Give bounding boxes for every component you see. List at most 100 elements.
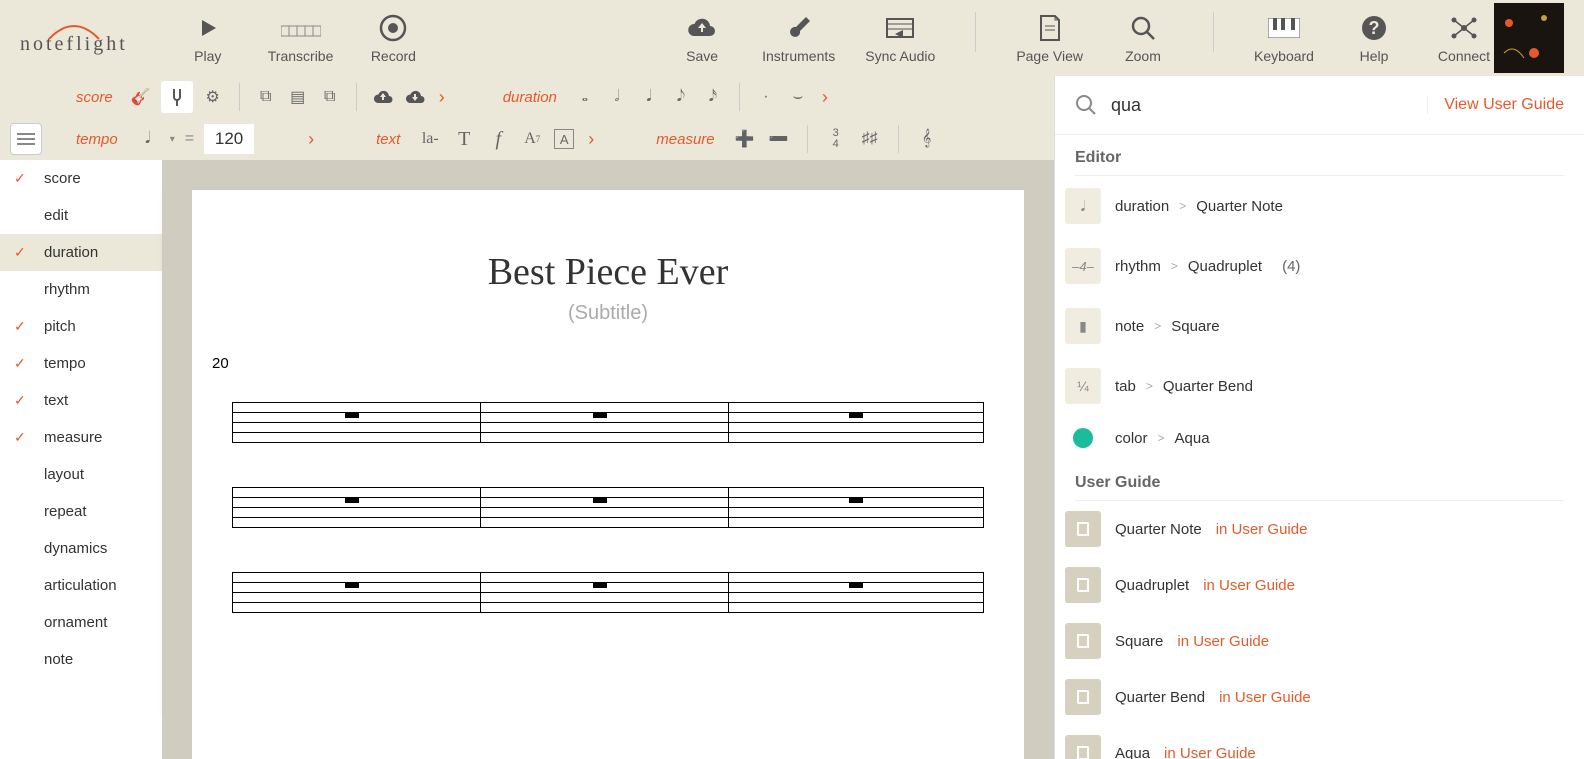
dynamic-f-icon[interactable]: f <box>486 127 510 151</box>
sidebar-item-articulation[interactable]: articulation <box>0 567 162 604</box>
section-editor-title: Editor <box>1055 135 1584 175</box>
guide-result-suffix: in User Guide <box>1164 745 1256 759</box>
record-button[interactable]: Record <box>363 12 423 64</box>
sidebar-item-score[interactable]: ✓score <box>0 160 162 197</box>
result-category: tab <box>1115 378 1136 395</box>
sidebar-item-measure[interactable]: ✓measure <box>0 419 162 456</box>
save-button[interactable]: Save <box>672 12 732 64</box>
page-view-button[interactable]: Page View <box>1016 12 1083 64</box>
sidebar-item-repeat[interactable]: repeat <box>0 493 162 530</box>
result-icon: ¼ <box>1065 368 1101 404</box>
half-note-icon[interactable]: 𝅗𝅥 <box>605 85 629 109</box>
sidebar-item-label: rhythm <box>44 281 90 298</box>
score-subtitle[interactable]: (Subtitle) <box>232 302 984 325</box>
clef-icon[interactable]: 𝄞 <box>915 127 939 151</box>
sidebar-item-text[interactable]: ✓text <box>0 382 162 419</box>
keyboard-button[interactable]: Keyboard <box>1254 12 1314 64</box>
search-result-quadruplet[interactable]: –4–rhythm>Quadruplet(4) <box>1055 236 1584 296</box>
guide-result-name: Quadruplet <box>1115 577 1189 594</box>
staff[interactable] <box>232 572 984 612</box>
result-icon: –4– <box>1065 248 1101 284</box>
time-sig-icon[interactable]: 34 <box>824 127 848 151</box>
tuning-fork-icon[interactable] <box>161 81 193 113</box>
parts-icon[interactable]: ⧉ <box>318 85 342 109</box>
logo[interactable]: noteflight <box>20 21 128 56</box>
sidebar-item-layout[interactable]: layout <box>0 456 162 493</box>
guide-result-suffix: in User Guide <box>1219 689 1311 706</box>
guide-result-square[interactable]: Square in User Guide <box>1055 613 1584 669</box>
sidebar-item-tempo[interactable]: ✓tempo <box>0 345 162 382</box>
text-t-icon[interactable]: T <box>452 127 476 151</box>
sidebar-item-note[interactable]: note <box>0 641 162 678</box>
guide-result-quarter-bend[interactable]: Quarter Bendin User Guide <box>1055 669 1584 725</box>
sidebar-item-pitch[interactable]: ✓pitch <box>0 308 162 345</box>
check-icon: ✓ <box>14 429 32 446</box>
staff-system[interactable] <box>232 402 984 612</box>
search-result-square[interactable]: ▮note>Square <box>1055 296 1584 356</box>
sixteenth-note-icon[interactable]: 𝅘𝅥𝅯 <box>701 85 725 109</box>
staff[interactable] <box>232 487 984 527</box>
guide-result-name: Square <box>1115 633 1163 650</box>
copy-icon[interactable]: ⧉ <box>254 85 278 109</box>
sidebar-item-rhythm[interactable]: rhythm <box>0 271 162 308</box>
key-sig-icon[interactable]: ♯♯ <box>858 127 882 151</box>
text-box-icon[interactable]: A <box>554 129 574 149</box>
result-category: color <box>1115 430 1148 447</box>
play-button[interactable]: Play <box>178 12 238 64</box>
guide-result-suffix: in User Guide <box>1177 633 1269 650</box>
sidebar: ✓score edit ✓duration rhythm ✓pitch✓tempo✓te… <box>0 160 162 759</box>
gear-icon[interactable]: ⚙ <box>201 85 225 109</box>
score-tempo-marking[interactable]: 20 <box>212 355 984 372</box>
lyrics-icon[interactable]: la- <box>418 127 442 151</box>
remove-measure-icon[interactable]: ➖ <box>767 127 791 151</box>
instruments-button[interactable]: Instruments <box>762 12 835 64</box>
record-icon <box>379 12 407 44</box>
score-area: Best Piece Ever (Subtitle) 20 <box>162 160 1054 759</box>
sidebar-item-duration[interactable]: ✓duration <box>0 234 162 271</box>
dropdown-icon[interactable]: ▾ <box>170 134 175 145</box>
view-user-guide-link[interactable]: View User Guide <box>1427 96 1564 114</box>
search-result-quarter-note[interactable]: 𝅘𝅥duration>Quarter Note <box>1055 176 1584 236</box>
help-button[interactable]: ? Help <box>1344 12 1404 64</box>
score-title[interactable]: Best Piece Ever <box>232 250 984 294</box>
chevron-right-icon: > <box>1146 379 1153 393</box>
zoom-button[interactable]: Zoom <box>1113 12 1173 64</box>
book-icon[interactable]: ▤ <box>286 85 310 109</box>
transcribe-button[interactable]: Transcribe <box>268 12 334 64</box>
add-measure-icon[interactable]: ➕ <box>733 127 757 151</box>
dot-icon[interactable]: · <box>754 85 778 109</box>
chevron-right-icon[interactable]: › <box>435 87 449 108</box>
score-page[interactable]: Best Piece Ever (Subtitle) 20 <box>192 190 1024 759</box>
guide-result-quadruplet[interactable]: Quadrupletin User Guide <box>1055 557 1584 613</box>
top-toolbar: noteflight Play Transcribe Record Save I… <box>0 0 1584 76</box>
sidebar-item-label: edit <box>44 207 68 224</box>
chord-icon[interactable]: A7 <box>520 127 544 151</box>
hamburger-button[interactable] <box>10 123 42 155</box>
text-label: text <box>368 131 408 148</box>
tie-icon[interactable]: ⌣ <box>786 85 810 109</box>
search-result-quarter-bend[interactable]: ¼tab>Quarter Bend <box>1055 356 1584 416</box>
whole-note-icon[interactable]: 𝅝 <box>573 85 597 109</box>
quarter-note-icon[interactable]: 𝅘𝅥 <box>637 85 661 109</box>
eighth-note-icon[interactable]: 𝅘𝅥𝅮 <box>669 85 693 109</box>
guide-result-quarter-note[interactable]: Quarter Notein User Guide <box>1055 501 1584 557</box>
guide-result-aqua[interactable]: Aquain User Guide <box>1055 725 1584 759</box>
sidebar-item-edit[interactable]: edit <box>0 197 162 234</box>
avatar[interactable] <box>1494 3 1564 73</box>
chevron-right-icon[interactable]: › <box>304 129 318 150</box>
cloud-up-icon[interactable] <box>371 85 395 109</box>
staff[interactable] <box>232 402 984 442</box>
search-result-aqua[interactable]: color>Aqua <box>1055 416 1584 460</box>
sync-audio-button[interactable]: Sync Audio <box>865 12 935 64</box>
search-input[interactable] <box>1111 95 1427 116</box>
book-icon <box>1065 511 1101 547</box>
tempo-input[interactable] <box>204 124 254 154</box>
guitar-small-icon[interactable]: 🎸 <box>129 85 153 109</box>
sidebar-item-ornament[interactable]: ornament <box>0 604 162 641</box>
chevron-right-icon[interactable]: › <box>818 87 832 108</box>
connect-button[interactable]: Connect <box>1434 12 1494 64</box>
result-name: Quarter Note <box>1196 198 1283 215</box>
cloud-down-icon[interactable] <box>403 85 427 109</box>
sidebar-item-dynamics[interactable]: dynamics <box>0 530 162 567</box>
chevron-right-icon[interactable]: › <box>584 129 598 150</box>
